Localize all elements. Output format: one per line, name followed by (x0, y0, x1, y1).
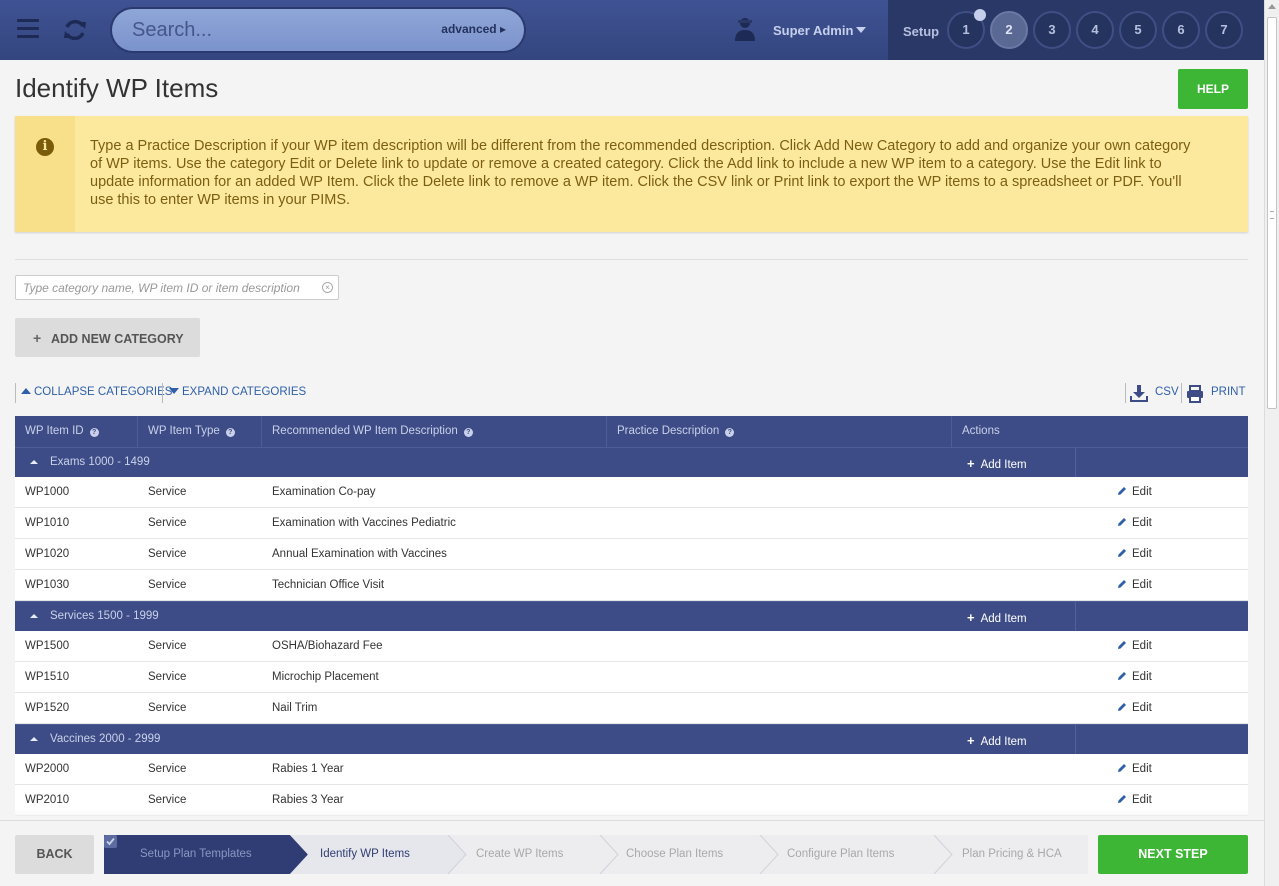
caret-up-icon[interactable] (30, 737, 38, 741)
help-icon[interactable]: ? (725, 428, 735, 437)
next-step-button[interactable]: NEXT STEP (1098, 835, 1248, 874)
chevron-down-icon[interactable] (856, 27, 866, 33)
edit-link[interactable]: Edit (1117, 671, 1152, 683)
setup-step-3[interactable]: 3 (1033, 11, 1071, 49)
category-row[interactable]: Services 1500 - 1999 + Add Item (15, 601, 1248, 632)
wizard-step-configure-plan-items[interactable]: Configure Plan Items (787, 848, 894, 860)
search-bar: advanced ▸ (110, 7, 526, 53)
divider (15, 259, 1248, 260)
wizard-step-choose-plan-items[interactable]: Choose Plan Items (626, 848, 723, 860)
add-item-button[interactable]: + Add Item (967, 733, 1027, 748)
edit-link[interactable]: Edit (1117, 579, 1152, 591)
refresh-icon[interactable] (62, 17, 88, 43)
user-icon (735, 18, 755, 41)
edit-link[interactable]: Edit (1117, 548, 1152, 560)
filter-field: × (15, 275, 339, 300)
setup-step-6[interactable]: 6 (1162, 11, 1200, 49)
wp-items-table: WP Item ID? WP Item Type? Recommended WP… (15, 416, 1248, 816)
printer-icon (1187, 385, 1203, 403)
column-header-practice[interactable]: Practice Description? (607, 416, 952, 447)
add-item-button[interactable]: + Add Item (967, 610, 1027, 625)
pencil-icon (1118, 703, 1126, 711)
info-icon: i (36, 138, 54, 156)
column-header-actions: Actions (962, 425, 1000, 437)
advanced-search-link[interactable]: advanced ▸ (441, 22, 506, 36)
filter-input[interactable] (23, 280, 313, 296)
category-row[interactable]: Exams 1000 - 1499 + Add Item (15, 447, 1248, 478)
pencil-icon (1118, 641, 1126, 649)
edit-link[interactable]: Edit (1117, 763, 1152, 775)
download-icon (1130, 385, 1148, 402)
add-item-button[interactable]: + Add Item (967, 456, 1027, 471)
column-header-recommended[interactable]: Recommended WP Item Description? (262, 416, 607, 447)
page-scrollbar[interactable] (1264, 0, 1279, 886)
wizard-steps: Setup Plan Templates Identify WP Items C… (104, 835, 1088, 874)
edit-link[interactable]: Edit (1117, 702, 1152, 714)
column-header-id[interactable]: WP Item ID? (15, 416, 138, 447)
expand-categories-link[interactable]: EXPAND CATEGORIES (169, 386, 306, 398)
table-row: WP1030 Service Technician Office Visit E… (15, 570, 1248, 601)
check-icon (104, 835, 117, 848)
info-alert: i Type a Practice Description if your WP… (15, 116, 1248, 232)
caret-up-icon (21, 388, 31, 394)
table-row: WP1500 Service OSHA/Biohazard Fee Edit (15, 631, 1248, 662)
column-header-type[interactable]: WP Item Type? (138, 416, 262, 447)
help-icon[interactable]: ? (89, 428, 99, 437)
table-header: WP Item ID? WP Item Type? Recommended WP… (15, 416, 1248, 447)
wizard-step-identify-wp-items[interactable]: Identify WP Items (320, 848, 410, 860)
scroll-thumb[interactable] (1267, 17, 1277, 409)
wizard-step-create-wp-items[interactable]: Create WP Items (476, 848, 563, 860)
setup-step-7[interactable]: 7 (1205, 11, 1243, 49)
table-row: WP1510 Service Microchip Placement Edit (15, 662, 1248, 693)
edit-link[interactable]: Edit (1117, 486, 1152, 498)
table-row: WP1010 Service Examination with Vaccines… (15, 508, 1248, 539)
alert-message: Type a Practice Description if your WP i… (90, 138, 1191, 208)
edit-link[interactable]: Edit (1117, 640, 1152, 652)
caret-up-icon[interactable] (30, 614, 38, 618)
wizard-step-setup-plan-templates[interactable]: Setup Plan Templates (140, 848, 252, 860)
caret-down-icon (169, 388, 179, 394)
setup-step-2[interactable]: 2 (990, 11, 1028, 49)
help-icon[interactable]: ? (225, 428, 235, 437)
footer-bar: BACK Setup Plan Templates Identify WP It… (0, 820, 1264, 886)
pencil-icon (1118, 795, 1126, 803)
search-input[interactable] (132, 17, 422, 43)
table-row: WP1020 Service Annual Examination with V… (15, 539, 1248, 570)
pencil-icon (1118, 764, 1126, 772)
setup-step-5[interactable]: 5 (1119, 11, 1157, 49)
caret-up-icon[interactable] (30, 460, 38, 464)
help-icon[interactable]: ? (463, 428, 473, 437)
pencil-icon (1118, 580, 1126, 588)
add-new-category-button[interactable]: + ADD NEW CATEGORY (15, 318, 200, 357)
page-title: Identify WP Items (15, 73, 219, 103)
wizard-step-plan-pricing-hca[interactable]: Plan Pricing & HCA (962, 848, 1062, 860)
edit-link[interactable]: Edit (1117, 517, 1152, 529)
table-row: WP1000 Service Examination Co-pay Edit (15, 477, 1248, 508)
user-menu[interactable]: Super Admin (773, 23, 853, 38)
table-row: WP2000 Service Rabies 1 Year Edit (15, 754, 1248, 785)
scroll-up-arrow[interactable] (1268, 4, 1276, 9)
pencil-icon (1118, 549, 1126, 557)
table-row: WP1520 Service Nail Trim Edit (15, 693, 1248, 724)
setup-step-4[interactable]: 4 (1076, 11, 1114, 49)
edit-link[interactable]: Edit (1117, 794, 1152, 806)
check-icon (974, 9, 986, 21)
pencil-icon (1118, 518, 1126, 526)
pencil-icon (1118, 487, 1126, 495)
clear-icon[interactable]: × (322, 282, 333, 293)
menu-icon[interactable] (17, 19, 39, 39)
collapse-categories-link[interactable]: COLLAPSE CATEGORIES (21, 386, 172, 398)
setup-label: Setup (903, 24, 940, 39)
top-bar: advanced ▸ Super Admin Setup 1 2 3 4 5 6… (0, 0, 1264, 60)
help-button[interactable]: HELP (1178, 69, 1248, 109)
back-button[interactable]: BACK (15, 835, 94, 874)
category-row[interactable]: Vaccines 2000 - 2999 + Add Item (15, 724, 1248, 755)
plus-icon: + (33, 330, 42, 346)
pencil-icon (1118, 672, 1126, 680)
